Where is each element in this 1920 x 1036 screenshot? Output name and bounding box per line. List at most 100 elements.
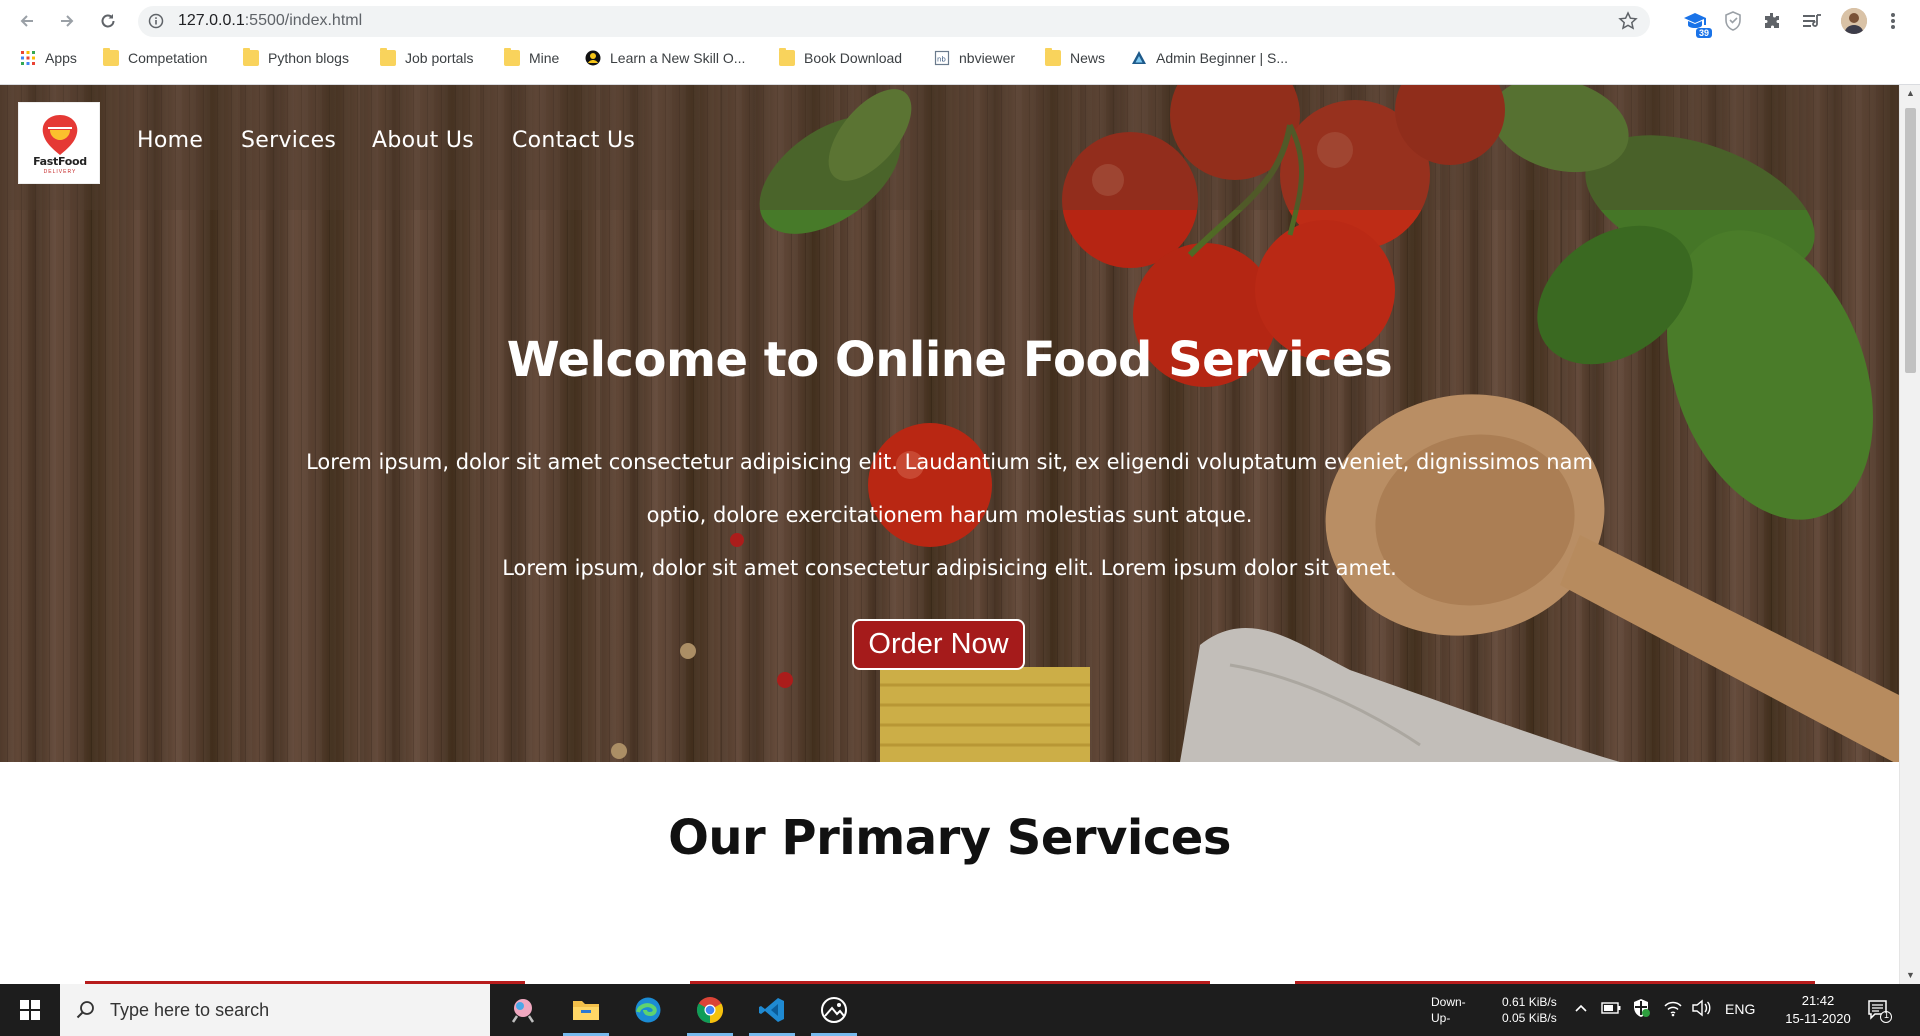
taskbar-app-vscode[interactable]: [741, 984, 803, 1036]
site-favicon-icon: [1132, 51, 1146, 64]
reload-icon: [101, 14, 115, 28]
folder-icon: [243, 48, 259, 66]
wifi-icon: [1664, 1001, 1682, 1017]
folder-icon: [779, 48, 795, 66]
hero-text-line-3: Lorem ipsum, dolor sit amet consectetur …: [502, 556, 1397, 580]
services-heading: Our Primary Services: [668, 810, 1231, 866]
info-icon[interactable]: [148, 13, 164, 29]
battery-icon: [1601, 1002, 1621, 1014]
defender-status[interactable]: [1632, 998, 1650, 1023]
site-favicon-icon: [585, 50, 601, 66]
hero-text-line-2: optio, dolore exercitationem harum moles…: [646, 503, 1253, 527]
scrollbar-thumb[interactable]: [1905, 108, 1916, 373]
notifications-button[interactable]: 1: [1866, 997, 1892, 1028]
hero-section: FastFood DELIVERY Home Services About Us…: [0, 85, 1899, 762]
search-placeholder: Type here to search: [110, 999, 270, 1020]
browser-menu-button[interactable]: [1880, 8, 1906, 34]
taskbar-app-edge[interactable]: [617, 984, 679, 1036]
clock-date: 15-11-2020: [1785, 1011, 1851, 1026]
nav-about-us[interactable]: About Us: [372, 128, 474, 153]
browser-chrome: 127.0.0.1:5500/index.html 39 Apps Compet…: [0, 0, 1920, 85]
scroll-up-arrow-icon[interactable]: ▲: [1900, 85, 1920, 102]
photos-icon: [821, 997, 847, 1023]
windows-logo-icon: [20, 1000, 40, 1020]
language-indicator[interactable]: ENG: [1725, 1001, 1755, 1017]
site-logo[interactable]: FastFood DELIVERY: [18, 102, 100, 184]
nbviewer-icon: nb: [934, 50, 950, 66]
windows-taskbar: Type here to search Down- Up- 0.61 KiB/s…: [0, 984, 1920, 1036]
taskbar-app-chrome[interactable]: [679, 984, 741, 1036]
battery-status[interactable]: [1601, 1001, 1621, 1020]
bookmarks-bar: Apps Competation Python blogs Job portal…: [0, 48, 1920, 74]
user-avatar-icon: [1841, 8, 1867, 34]
chrome-browser-icon: [696, 997, 724, 1024]
wifi-status[interactable]: [1663, 999, 1683, 1022]
kebab-menu-icon: [1891, 13, 1895, 29]
taskbar-app-file-explorer[interactable]: [555, 984, 617, 1036]
arrow-right-icon: [61, 15, 74, 27]
folder-icon: [1045, 48, 1061, 66]
net-speed-labels: Down- Up-: [1431, 994, 1466, 1026]
bookmark-label: News: [1070, 50, 1106, 66]
bookmark-star-icon[interactable]: [1618, 11, 1638, 31]
bookmark-apps[interactable]: Apps: [20, 50, 77, 66]
back-button[interactable]: [14, 8, 40, 34]
page-viewport: FastFood DELIVERY Home Services About Us…: [0, 85, 1899, 984]
shield-icon: [1725, 11, 1741, 31]
bookmark-mine[interactable]: Mine: [504, 48, 559, 66]
playlist-icon: [1803, 14, 1821, 27]
bookmark-competation[interactable]: Competation: [103, 48, 207, 66]
clock[interactable]: 21:42 15-11-2020: [1774, 992, 1862, 1028]
bookmark-label: Job portals: [405, 50, 474, 66]
reload-button[interactable]: [95, 8, 121, 34]
address-bar[interactable]: 127.0.0.1:5500/index.html: [138, 6, 1650, 37]
profile-avatar[interactable]: [1841, 8, 1867, 34]
notification-count: 1: [1883, 1010, 1889, 1020]
bookmark-book-download[interactable]: Book Download: [779, 48, 903, 66]
bookmark-python-blogs[interactable]: Python blogs: [243, 48, 349, 66]
puzzle-icon: [1765, 13, 1779, 28]
forward-button[interactable]: [54, 8, 80, 34]
nav-home[interactable]: Home: [137, 128, 203, 153]
page-scrollbar[interactable]: ▲ ▼: [1899, 85, 1920, 984]
defender-shield-icon: [1634, 999, 1650, 1017]
bookmark-learn-skill[interactable]: Learn a New Skill O...: [585, 50, 745, 66]
nav-contact-us[interactable]: Contact Us: [512, 128, 635, 153]
reading-list-button[interactable]: [1799, 8, 1825, 34]
extension-graduation-button[interactable]: 39: [1682, 8, 1712, 38]
start-button[interactable]: [0, 984, 60, 1036]
order-now-button[interactable]: Order Now: [852, 619, 1025, 670]
taskbar-search-box[interactable]: Type here to search: [60, 984, 490, 1036]
url-text: 127.0.0.1:5500/index.html: [178, 12, 363, 29]
speaker-icon: [1692, 999, 1711, 1017]
taskbar-app-snipping[interactable]: [492, 984, 554, 1036]
arrow-left-icon: [20, 15, 33, 27]
bookmark-job-portals[interactable]: Job portals: [380, 48, 474, 66]
folder-icon: [103, 48, 119, 66]
vscode-icon: [759, 998, 784, 1022]
bookmark-label: Learn a New Skill O...: [610, 50, 746, 66]
nav-services[interactable]: Services: [241, 128, 336, 153]
net-up-label: Up-: [1431, 1011, 1451, 1025]
svg-text:nb: nb: [937, 56, 946, 64]
logo-text: FastFood: [33, 155, 87, 168]
volume-status[interactable]: [1691, 999, 1711, 1022]
fastfood-logo-icon: [42, 115, 78, 155]
tray-chevron-button[interactable]: [1573, 1000, 1589, 1021]
bookmark-label: Apps: [45, 50, 77, 66]
taskbar-app-photos[interactable]: [803, 984, 865, 1036]
apps-grid-icon: [21, 51, 35, 65]
bookmark-label: Admin Beginner | S...: [1156, 50, 1289, 66]
edge-browser-icon: [635, 997, 661, 1023]
chevron-up-icon: [1575, 1004, 1587, 1012]
bookmark-admin-beginner[interactable]: Admin Beginner | S...: [1131, 50, 1288, 66]
extensions-button[interactable]: [1759, 8, 1785, 34]
scroll-down-arrow-icon[interactable]: ▼: [1900, 967, 1920, 984]
bookmark-news[interactable]: News: [1045, 48, 1106, 66]
logo-subtitle: DELIVERY: [43, 169, 77, 175]
bookmark-label: Book Download: [804, 50, 903, 66]
extension-shield-button[interactable]: [1720, 8, 1746, 34]
net-down-value: 0.61 KiB/s: [1502, 995, 1557, 1009]
site-navbar: FastFood DELIVERY Home Services About Us…: [0, 85, 1899, 210]
bookmark-nbviewer[interactable]: nb nbviewer: [934, 50, 1015, 66]
